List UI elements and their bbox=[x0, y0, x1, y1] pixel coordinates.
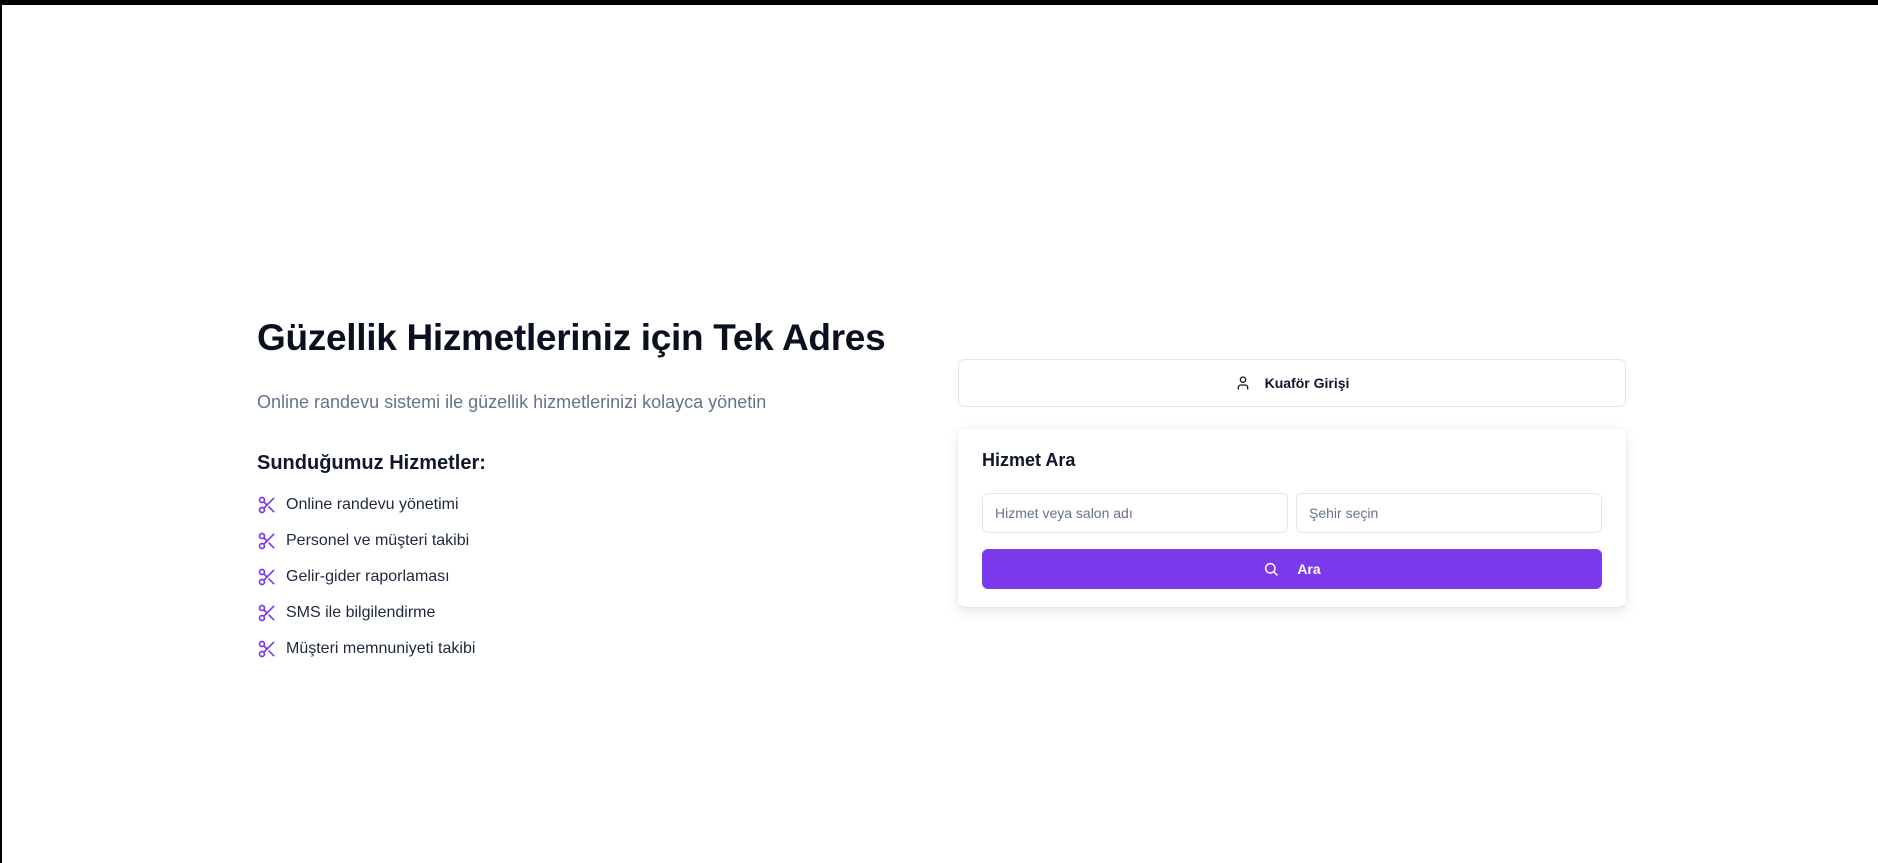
service-label: Personel ve müşteri takibi bbox=[286, 532, 470, 549]
hero-title: Güzellik Hizmetleriniz için Tek Adres bbox=[257, 317, 886, 358]
search-button[interactable]: Ara bbox=[982, 549, 1602, 589]
hairdresser-login-button[interactable]: Kuaför Girişi bbox=[958, 359, 1626, 407]
search-card-title: Hizmet Ara bbox=[982, 450, 1076, 470]
service-label: Gelir-gider raporlaması bbox=[286, 568, 450, 585]
hero-subtitle: Online randevu sistemi ile güzellik hizm… bbox=[257, 392, 767, 412]
search-button-label: Ara bbox=[1297, 561, 1321, 577]
list-item: Gelir-gider raporlaması bbox=[257, 559, 917, 595]
service-label: Online randevu yönetimi bbox=[286, 496, 459, 513]
scissors-icon bbox=[258, 640, 275, 658]
login-label: Kuaför Girişi bbox=[1264, 375, 1350, 391]
service-label: Müşteri memnuniyeti takibi bbox=[286, 640, 476, 657]
list-item: Müşteri memnuniyeti takibi bbox=[257, 631, 917, 667]
search-section: Kuaför Girişi Hizmet Ara Ara bbox=[958, 359, 1626, 607]
user-icon bbox=[1237, 376, 1248, 390]
list-item: Online randevu yönetimi bbox=[257, 487, 917, 523]
hero-section: Güzellik Hizmetleriniz için Tek Adres On… bbox=[257, 313, 917, 667]
services-list: Online randevu yönetimi Personel ve müşt… bbox=[257, 487, 917, 667]
scissors-icon bbox=[258, 496, 275, 514]
list-item: Personel ve müşteri takibi bbox=[257, 523, 917, 559]
search-icon bbox=[1265, 562, 1279, 576]
scissors-icon bbox=[258, 568, 275, 586]
services-heading: Sunduğumuz Hizmetler: bbox=[257, 452, 486, 474]
scissors-icon bbox=[258, 604, 275, 622]
service-search-input[interactable] bbox=[982, 493, 1288, 533]
city-select-input[interactable] bbox=[1296, 493, 1602, 533]
search-card: Hizmet Ara Ara bbox=[958, 429, 1626, 607]
scissors-icon bbox=[258, 532, 275, 550]
service-label: SMS ile bilgilendirme bbox=[286, 604, 436, 621]
page: Güzellik Hizmetleriniz için Tek Adres On… bbox=[2, 5, 1878, 863]
search-inputs-row bbox=[982, 493, 1602, 533]
list-item: SMS ile bilgilendirme bbox=[257, 595, 917, 631]
